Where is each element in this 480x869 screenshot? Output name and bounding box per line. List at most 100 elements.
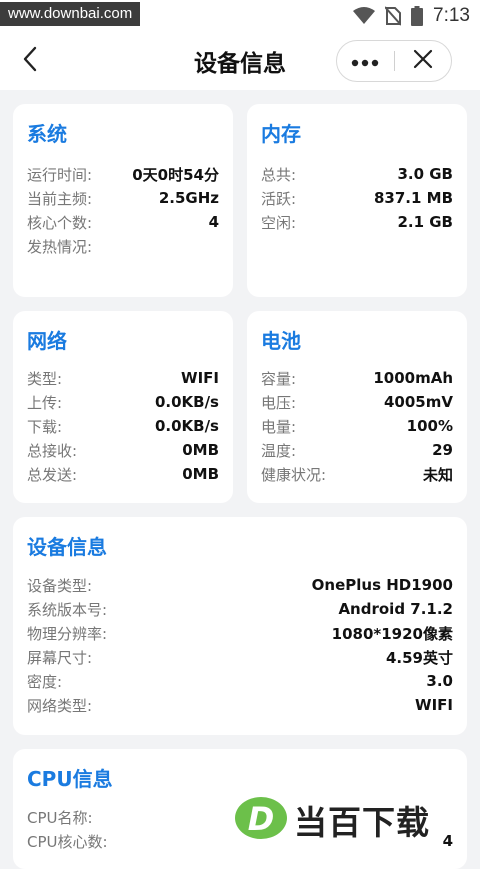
row-value: Android 7.1.2 [338,600,453,618]
row-value: 2.5GHz [158,189,219,207]
more-button[interactable] [337,41,394,81]
row-label: 系统版本号: [27,600,108,619]
info-row: 电压: 4005mV [261,390,453,414]
info-row: 密度: 3.0 [27,669,453,693]
device-rows: 设备类型: OnePlus HD1900 系统版本号: Android 7.1.2 … [27,573,453,717]
row-label: CPU名称: [27,808,93,827]
row-label: 活跃: [261,189,297,208]
info-row: 容量: 1000mAh [261,366,453,390]
row-label: 健康状况: [261,465,327,484]
battery-title: 电池 [261,329,301,353]
site-watermark: www.downbai.com [0,2,141,26]
row-value: 29 [432,441,453,459]
info-row: 电量: 100% [261,414,453,438]
row-label: 网络类型: [27,696,93,715]
info-row: 空闲: 2.1 GB [261,210,453,234]
row-value: 4005mV [384,393,453,411]
info-row: 总发送: 0MB [27,462,219,486]
info-row: 运行时间: 0天0时54分 [27,162,219,186]
info-row: 物理分辨率: 1080*1920像素 [27,621,453,645]
info-row: 温度: 29 [261,438,453,462]
clock-time: 7:13 [433,5,470,26]
system-rows: 运行时间: 0天0时54分 当前主频: 2.5GHz 核心个数: 4 发热情况: [27,162,219,258]
info-row: 健康状况: 未知 [261,462,453,486]
downbai-logo-icon: D [234,795,288,845]
row-value: 未知 [422,465,453,484]
info-row: 上传: 0.0KB/s [27,390,219,414]
battery-icon [411,6,424,26]
row-label: 温度: [261,441,297,460]
info-row: 活跃: 837.1 MB [261,186,453,210]
info-row: 发热情况: [27,234,219,258]
row-label: 容量: [261,369,297,388]
memory-card: 内存 总共: 3.0 GB 活跃: 837.1 MB 空闲: 2.1 GB [247,104,467,297]
info-row: 核心个数: 4 [27,210,219,234]
status-icons: 7:13 [353,4,470,28]
svg-text:D: D [248,800,275,838]
memory-rows: 总共: 3.0 GB 活跃: 837.1 MB 空闲: 2.1 GB [261,162,453,234]
row-label: 下载: [27,417,63,436]
row-value: WIFI [181,369,219,387]
row-label: 屏幕尺寸: [27,648,93,667]
info-row: 屏幕尺寸: 4.59英寸 [27,645,453,669]
network-card: 网络 类型: WIFI 上传: 0.0KB/s 下载: 0.0KB/s 总接收: 0MB… [13,311,233,503]
row-label: 电量: [261,417,297,436]
close-button[interactable] [394,41,451,81]
row-value: 2.1 GB [397,213,453,231]
system-card: 系统 运行时间: 0天0时54分 当前主频: 2.5GHz 核心个数: 4 发热情况: [13,104,233,297]
info-row: 设备类型: OnePlus HD1900 [27,573,453,597]
row-value: 3.0 GB [397,165,453,183]
info-row: 下载: 0.0KB/s [27,414,219,438]
row-label: 总共: [261,165,297,184]
status-bar: www.downbai.com 7:13 [0,0,480,32]
system-title: 系统 [27,122,67,146]
network-title: 网络 [27,329,67,353]
row-label: 发热情况: [27,237,93,256]
row-label: 空闲: [261,213,297,232]
no-sim-icon [385,6,402,26]
wifi-icon [353,7,376,25]
nav-bar: 设备信息 [0,32,480,90]
row-value: 837.1 MB [373,189,453,207]
row-value: WIFI [415,696,453,714]
row-label: 核心个数: [27,213,93,232]
device-title: 设备信息 [27,535,107,559]
row-label: 密度: [27,672,63,691]
row-value: OnePlus HD1900 [311,576,453,594]
info-row: 系统版本号: Android 7.1.2 [27,597,453,621]
row-value: 1000mAh [373,369,453,387]
more-dots-icon [351,52,379,71]
info-row: 当前主频: 2.5GHz [27,186,219,210]
row-label: 设备类型: [27,576,93,595]
row-label: CPU核心数: [27,832,108,851]
row-label: 上传: [27,393,63,412]
row-label: 当前主频: [27,189,93,208]
back-button[interactable] [14,44,46,78]
row-value: 4.59英寸 [385,648,453,667]
memory-title: 内存 [261,122,301,146]
info-row: 网络类型: WIFI [27,693,453,717]
back-arrow-icon [22,46,38,76]
battery-card: 电池 容量: 1000mAh 电压: 4005mV 电量: 100% 温度: 29 健康… [247,311,467,503]
cpu-title: CPU信息 [27,767,113,791]
row-value: 0MB [182,465,219,483]
site-logo-watermark: D 当百下载 [234,794,474,846]
row-label: 物理分辨率: [27,624,108,643]
row-label: 总接收: [27,441,78,460]
logo-text: 当百下载 [294,803,430,842]
row-value: 0.0KB/s [154,393,219,411]
network-rows: 类型: WIFI 上传: 0.0KB/s 下载: 0.0KB/s 总接收: 0MB 总发… [27,366,219,486]
info-row: 类型: WIFI [27,366,219,390]
row-value: 100% [406,417,453,435]
info-row: 总接收: 0MB [27,438,219,462]
row-label: 电压: [261,393,297,412]
row-value: 0天0时54分 [132,165,219,184]
info-row: 总共: 3.0 GB [261,162,453,186]
row-value: 0.0KB/s [154,417,219,435]
row-label: 总发送: [27,465,78,484]
row-label: 运行时间: [27,165,93,184]
mini-program-capsule [336,40,452,82]
close-icon [413,49,433,73]
battery-rows: 容量: 1000mAh 电压: 4005mV 电量: 100% 温度: 29 健康状况:… [261,366,453,486]
row-value: 3.0 [426,672,453,690]
